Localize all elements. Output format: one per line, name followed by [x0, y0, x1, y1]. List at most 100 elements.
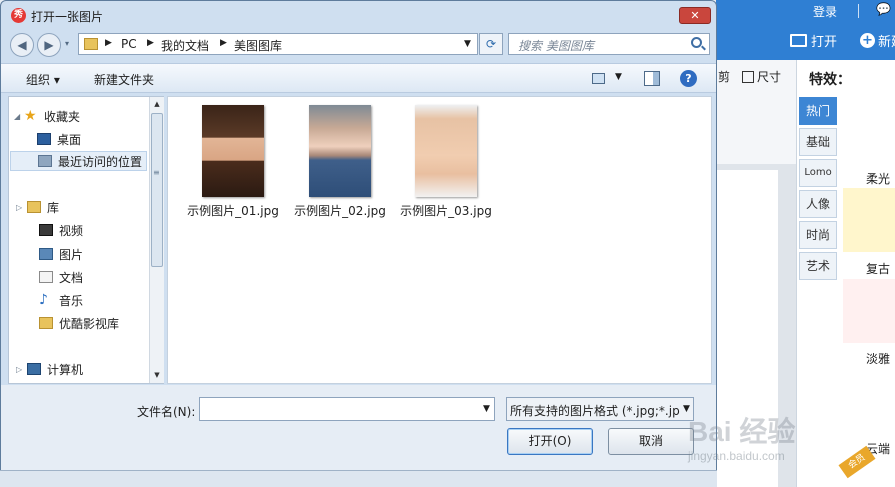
close-button[interactable]: ✕: [679, 7, 711, 24]
plus-icon: +: [860, 33, 875, 48]
forward-button[interactable]: ▶: [37, 33, 61, 57]
address-bar[interactable]: ▶ PC ▶ 我的文档 ▶ 美图图库 ▼: [78, 33, 478, 55]
nav-item-label: 收藏夹: [44, 109, 81, 124]
nav-item-label: 桌面: [57, 132, 82, 147]
file-name: 示例图片_01.jpg: [187, 204, 279, 218]
navigation-scrollbar[interactable]: ▲ ≡ ▼: [149, 97, 164, 383]
nav-item-desktop[interactable]: 桌面: [37, 129, 163, 149]
chevron-right-icon[interactable]: ▶: [147, 38, 154, 48]
nav-item-libraries[interactable]: 库: [27, 197, 163, 217]
nav-item-label: 视频: [59, 223, 84, 238]
help-button[interactable]: ?: [680, 70, 697, 87]
file-item[interactable]: 示例图片_02.jpg: [285, 105, 395, 219]
nav-item-videos[interactable]: 视频: [39, 220, 163, 240]
effect-soft-light[interactable]: 柔光: [866, 170, 890, 187]
app-new-label: 新建: [878, 35, 895, 50]
breadcrumb-pc[interactable]: PC: [121, 37, 137, 51]
taskbar: [0, 470, 717, 487]
search-placeholder: 搜索 美图图库: [518, 39, 594, 53]
expand-arrow-icon[interactable]: ▷: [16, 203, 22, 212]
watermark-logo: Bai 经验: [688, 416, 796, 447]
library-icon: [27, 201, 41, 213]
chevron-right-icon[interactable]: ▶: [220, 38, 227, 48]
chevron-right-icon[interactable]: ▶: [105, 38, 112, 48]
file-name: 示例图片_03.jpg: [400, 204, 492, 218]
nav-item-label: 图片: [59, 247, 84, 262]
filename-input[interactable]: ▼: [199, 397, 495, 421]
message-icon[interactable]: 💬: [876, 2, 891, 16]
category-fashion[interactable]: 时尚: [799, 221, 837, 249]
computer-icon: [27, 363, 41, 375]
nav-item-computer[interactable]: 计算机: [27, 359, 163, 379]
nav-item-pictures[interactable]: 图片: [39, 244, 163, 264]
nav-item-label: 音乐: [59, 293, 84, 308]
expand-arrow-icon[interactable]: ▷: [16, 365, 22, 374]
file-name: 示例图片_02.jpg: [294, 204, 386, 218]
pictures-icon: [39, 248, 53, 260]
filetype-select[interactable]: 所有支持的图片格式 (*.jpg;*.jp ▼: [506, 397, 694, 421]
nav-item-music[interactable]: ♪ 音乐: [39, 290, 163, 310]
open-button[interactable]: 打开(O): [507, 428, 593, 455]
scroll-up-icon[interactable]: ▲: [150, 97, 164, 112]
effects-title: 特效：: [809, 72, 851, 88]
search-icon: [691, 37, 702, 48]
dialog-toolbar: 组织 ▾ 新建文件夹 ▼ ?: [1, 63, 716, 93]
crop-button[interactable]: 剪: [718, 68, 730, 85]
cancel-button[interactable]: 取消: [608, 428, 694, 455]
video-icon: [39, 224, 53, 236]
category-portrait[interactable]: 人像: [799, 190, 837, 218]
app-open-button[interactable]: 打开: [790, 31, 837, 50]
file-item[interactable]: 示例图片_03.jpg: [391, 105, 501, 219]
dialog-title: 打开一张图片: [31, 10, 104, 24]
category-hot[interactable]: 热门: [799, 97, 837, 125]
filename-label: 文件名(N):: [137, 405, 196, 419]
folder-icon: [39, 317, 53, 329]
effect-retro[interactable]: 复古: [866, 260, 890, 277]
refresh-button[interactable]: ⟳: [479, 33, 503, 55]
recent-locations-dropdown[interactable]: ▾: [65, 39, 69, 48]
effect-thumbnail[interactable]: [843, 188, 895, 252]
new-folder-button[interactable]: 新建文件夹: [94, 71, 154, 88]
nav-item-label: 最近访问的位置: [58, 154, 143, 169]
organize-menu[interactable]: 组织 ▾: [26, 71, 60, 88]
preview-pane-icon[interactable]: [644, 71, 660, 86]
view-icon[interactable]: [592, 73, 605, 84]
dialog-titlebar[interactable]: 秀 打开一张图片 ✕: [1, 1, 716, 29]
login-link[interactable]: 登录: [813, 3, 837, 20]
file-item[interactable]: 示例图片_01.jpg: [178, 105, 288, 219]
category-basic[interactable]: 基础: [799, 128, 837, 156]
watermark-url: jingyan.baidu.com: [688, 449, 785, 463]
app-new-button[interactable]: + 新建: [860, 31, 895, 50]
category-art[interactable]: 艺术: [799, 252, 837, 280]
chevron-down-icon[interactable]: ▼: [615, 72, 622, 82]
app-logo-icon: 秀: [11, 8, 26, 23]
back-button[interactable]: ◀: [10, 33, 34, 57]
breadcrumb-gallery[interactable]: 美图图库: [234, 37, 282, 54]
size-label: 尺寸: [757, 70, 782, 84]
filetype-value: 所有支持的图片格式 (*.jpg;*.jp: [510, 404, 680, 418]
nav-item-label: 库: [47, 200, 60, 215]
scroll-down-icon[interactable]: ▼: [150, 368, 164, 383]
chevron-down-icon[interactable]: ▼: [464, 39, 471, 49]
category-lomo[interactable]: Lomo: [799, 159, 837, 187]
breadcrumb-documents[interactable]: 我的文档: [161, 37, 209, 54]
expand-arrow-icon[interactable]: ◢: [14, 112, 20, 121]
star-icon: ★: [24, 108, 37, 124]
nav-item-documents[interactable]: 文档: [39, 267, 163, 287]
nav-item-label: 文档: [59, 270, 84, 285]
nav-item-label: 计算机: [47, 362, 84, 377]
image-thumbnail: [415, 105, 477, 197]
app-open-label: 打开: [811, 35, 838, 50]
scrollbar-thumb[interactable]: [151, 113, 163, 267]
effect-elegant[interactable]: 淡雅: [866, 350, 890, 367]
nav-item-youku[interactable]: 优酷影视库: [39, 313, 163, 333]
effect-thumbnail[interactable]: [843, 279, 895, 343]
documents-icon: [39, 271, 53, 283]
size-button[interactable]: 尺寸: [742, 68, 781, 85]
file-list: 示例图片_01.jpg 示例图片_02.jpg 示例图片_03.jpg: [167, 96, 712, 384]
desktop-icon: [37, 133, 51, 145]
search-input[interactable]: 搜索 美图图库: [508, 33, 710, 55]
nav-item-favorites[interactable]: ★ 收藏夹: [24, 106, 163, 126]
nav-item-recent-places[interactable]: 最近访问的位置: [10, 151, 147, 171]
chevron-down-icon[interactable]: ▼: [483, 404, 490, 414]
